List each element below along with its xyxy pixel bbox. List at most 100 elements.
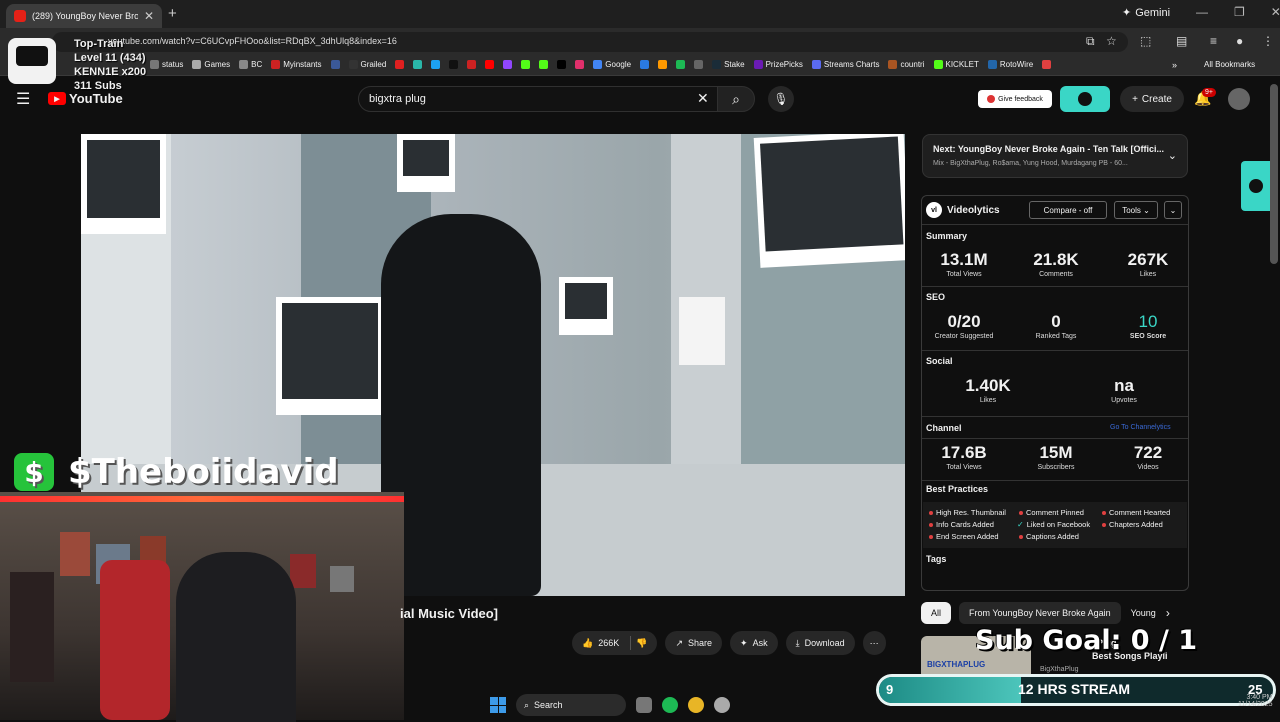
bookmark-item[interactable]: Games [192,60,230,69]
download-button[interactable]: ⤓ Download [785,631,855,655]
all-bookmarks[interactable]: All Bookmarks [1204,60,1255,69]
install-icon[interactable]: ⧉ [1086,34,1095,49]
new-tab-button[interactable]: + [168,5,177,22]
chrome-icon[interactable] [688,697,704,713]
bookmark-label: Streams Charts [823,60,880,69]
tab-close-icon[interactable]: ✕ [144,9,154,23]
menu-dots-icon[interactable]: ⋮ [1262,34,1274,48]
bookmark-item[interactable] [467,60,477,69]
share-button[interactable]: ↗ Share [665,631,723,655]
bookmark-item[interactable]: status [150,60,183,69]
bookmark-item[interactable] [485,60,495,69]
create-button[interactable]: + Create [1120,86,1184,112]
gemini-button[interactable]: ✦ Gemini [1122,6,1170,20]
bookmark-item[interactable]: Stake [712,60,745,69]
bookmark-item[interactable] [330,60,340,69]
profile-icon[interactable]: ● [1236,34,1243,48]
hamburger-menu-icon[interactable]: ☰ [16,89,30,109]
mix-next-panel[interactable]: Next: YoungBoy Never Broke Again - Ten T… [922,134,1188,178]
give-feedback-button[interactable]: Give feedback [978,90,1052,108]
tools-dropdown[interactable]: Tools ⌄ [1114,201,1158,219]
youtube-play-icon: ▶ [48,92,66,105]
social-stats: 1.40K Likes na Upvotes [948,376,1164,404]
stat-creator-suggested: 0/20 Creator Suggested [924,312,1004,340]
taskbar-search[interactable]: ⌕ Search [516,694,626,716]
taskbar-search-label: Search [534,700,563,710]
like-button[interactable]: 👍 266K 👎 [572,631,658,655]
chip-young[interactable]: Young [1129,602,1158,624]
bookmark-item[interactable] [640,60,650,69]
videolytics-sidebar-tab[interactable] [1241,161,1270,211]
account-avatar[interactable] [1228,88,1250,110]
search-button[interactable]: ⌕ [717,86,755,112]
bookmark-item[interactable] [1042,60,1052,69]
bookmark-item[interactable]: Google [593,60,631,69]
bookmark-item[interactable] [395,60,405,69]
clear-search-icon[interactable]: ✕ [697,90,709,107]
train-user: KENN1E x200 [74,66,147,78]
maximize-icon[interactable]: ❐ [1234,5,1245,19]
bookmark-item[interactable]: BC [239,60,262,69]
search-input[interactable]: bigxtra plug [358,86,718,112]
bookmark-favicon-icon [712,60,722,69]
bookmark-item[interactable] [557,60,567,69]
seo-stats: 0/20 Creator Suggested 0 Ranked Tags 10 SEO… [924,312,1188,340]
chip-all[interactable]: All [921,602,952,624]
youtube-logo[interactable]: ▶ YouTube [48,91,123,106]
videolytics-toggle-button[interactable] [1060,86,1110,112]
url-field[interactable]: youtube.com/watch?v=C6UCvpFHOoo&list=RDq… [52,32,1128,52]
bookmark-item[interactable] [539,60,549,69]
bookmark-label: Stake [724,60,745,69]
bookmark-item[interactable] [431,60,441,69]
train-icon [8,38,56,84]
videolytics-logo-icon [1248,179,1263,193]
bookmark-item[interactable] [658,60,668,69]
stat-value: 267K [1127,250,1169,269]
browser-tab[interactable]: (289) YoungBoy Never Broke Again ✕ [6,4,162,28]
compare-toggle-button[interactable]: Compare - off [1029,201,1107,219]
bookmark-item[interactable] [413,60,423,69]
minimize-icon[interactable]: — [1196,5,1208,19]
room-poster [60,532,90,576]
bookmark-favicon-icon [192,60,202,69]
voice-search-button[interactable]: 🎙 [768,86,794,112]
chip-from-channel[interactable]: From YoungBoy Never Broke Again [959,602,1121,624]
windows-start-icon[interactable] [490,697,506,713]
bookmark-item[interactable] [676,60,686,69]
bookmark-item[interactable] [694,60,704,69]
videolytics-collapse-button[interactable]: ⌄ [1164,201,1182,219]
bookmark-item[interactable]: RotoWire [987,60,1033,69]
bookmark-item[interactable] [503,60,513,69]
close-window-icon[interactable]: ✕ [1271,5,1280,19]
extensions-icon[interactable]: ⬚ [1140,34,1151,48]
thumbs-down-icon[interactable]: 👎 [636,638,647,649]
bookmark-star-icon[interactable]: ☆ [1106,34,1117,48]
file-explorer-icon[interactable] [636,697,652,713]
go-to-channelytics-link[interactable]: Go To Channelytics [1110,424,1171,431]
reading-list-icon[interactable]: ≡ [1210,34,1217,48]
bookmark-item[interactable] [449,60,459,69]
chevron-down-icon[interactable]: ⌄ [1168,149,1177,162]
bookmark-item[interactable] [521,60,531,69]
sidepanel-icon[interactable]: ▤ [1176,34,1187,48]
page-scrollbar[interactable] [1270,84,1278,264]
chips-next-icon[interactable]: › [1166,606,1170,620]
gemini-spark-icon: ✦ [1122,7,1132,19]
bookmark-item[interactable]: Streams Charts [811,60,880,69]
more-actions-button[interactable]: ⋯ [862,631,886,655]
bookmark-item[interactable]: KICKLET [933,60,979,69]
app-icon[interactable] [714,697,730,713]
bookmark-item[interactable]: PrizePicks [753,60,803,69]
train-subs: 311 Subs [74,80,122,92]
spotify-icon[interactable] [662,697,678,713]
bookmark-item[interactable]: Myinstants [271,60,322,69]
bookmarks-overflow-icon[interactable]: » [1172,60,1177,70]
bookmark-item[interactable] [575,60,585,69]
stat-total-views: 13.1M Total Views [924,250,1004,278]
ask-button[interactable]: ✦ Ask [730,631,778,655]
videolytics-title: Videolytics [947,204,1000,216]
bookmark-item[interactable]: Grailed [348,60,386,69]
divider [922,286,1188,287]
bookmark-item[interactable]: countri [888,60,925,69]
bookmark-favicon-icon [467,60,477,69]
